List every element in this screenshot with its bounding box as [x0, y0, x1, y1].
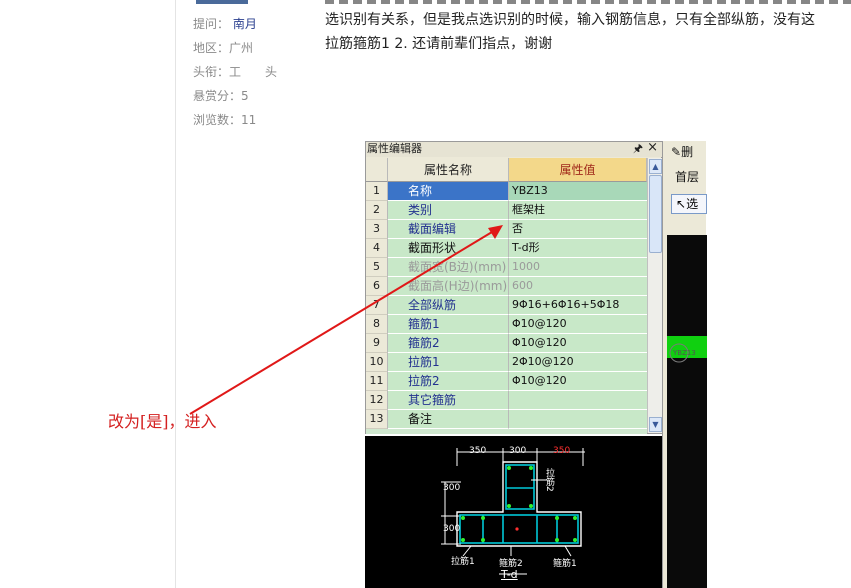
annotation-arrow — [189, 225, 503, 415]
